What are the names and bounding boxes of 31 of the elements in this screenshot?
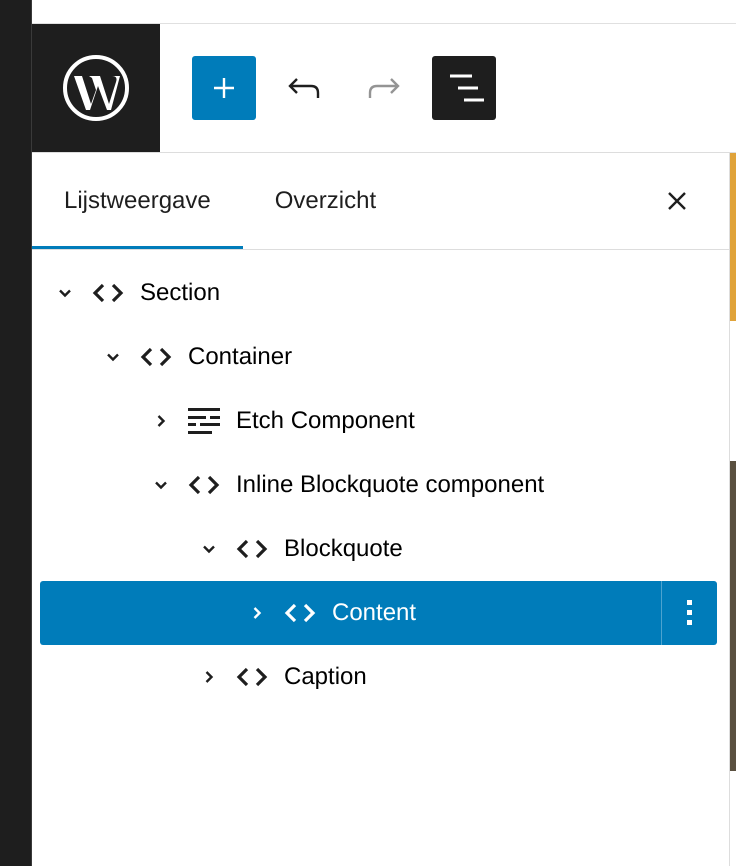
plus-icon xyxy=(212,76,236,100)
tree-row[interactable]: Caption xyxy=(40,645,717,709)
add-block-button[interactable] xyxy=(192,56,256,120)
tree-item-label[interactable]: Content xyxy=(332,599,416,627)
tree-item-label[interactable]: Section xyxy=(140,279,220,307)
list-view-button[interactable] xyxy=(432,56,496,120)
tree-item-label[interactable]: Container xyxy=(188,343,292,371)
undo-arrow-icon xyxy=(287,76,321,100)
tab[interactable]: Overzicht xyxy=(242,153,408,249)
tree-item-label[interactable]: Etch Component xyxy=(236,407,415,435)
tree-item-label[interactable]: Blockquote xyxy=(284,535,403,563)
code-brackets-icon xyxy=(236,665,268,689)
code-brackets-icon xyxy=(188,473,220,497)
logo-icon[interactable] xyxy=(62,54,130,122)
tree-row[interactable]: Container xyxy=(40,325,717,389)
code-brackets-icon xyxy=(92,281,124,305)
tree-item-label[interactable]: Caption xyxy=(284,663,367,691)
code-brackets-icon xyxy=(140,345,172,369)
text-lines-icon xyxy=(188,407,220,435)
close-icon xyxy=(667,191,687,211)
tree-item-label[interactable]: Inline Blockquote component xyxy=(236,471,544,499)
selected-tree-row[interactable]: Content xyxy=(40,581,717,645)
tree-row[interactable]: Inline Blockquote component xyxy=(40,453,717,517)
tree-row[interactable]: Section xyxy=(40,261,717,325)
code-brackets-icon xyxy=(236,537,268,561)
code-brackets-icon xyxy=(284,601,316,625)
tree-row[interactable]: Etch Component xyxy=(40,389,717,453)
vertical-dots-icon xyxy=(686,600,692,626)
redo-arrow-icon xyxy=(367,76,401,100)
tree-row[interactable]: Blockquote xyxy=(40,517,717,581)
tab[interactable]: Lijstweergave xyxy=(32,153,243,249)
